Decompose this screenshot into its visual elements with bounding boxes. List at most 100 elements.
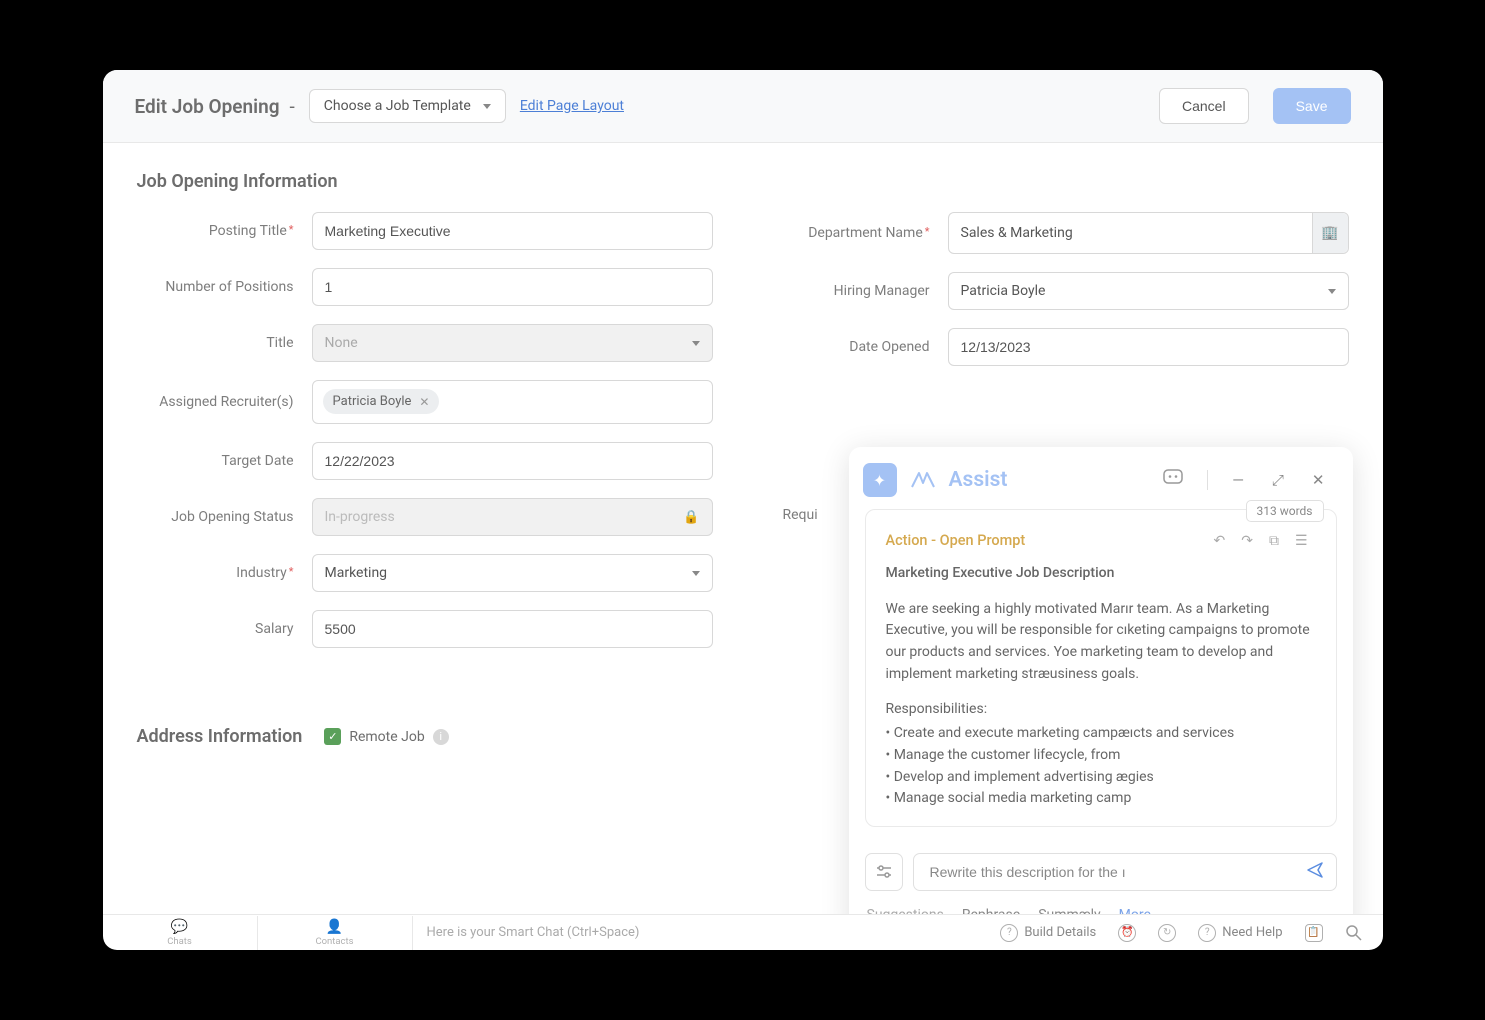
status-value: In-progress — [325, 509, 395, 525]
content-title: Marketing Executive Job Description — [886, 563, 1316, 585]
cancel-button[interactable]: Cancel — [1159, 88, 1249, 124]
date-opened-label: Date Opened — [773, 339, 948, 355]
copy-icon[interactable]: ⧉ — [1261, 533, 1287, 549]
recruiters-input[interactable]: Patricia Boyle ✕ — [312, 380, 713, 424]
target-date-label: Target Date — [137, 453, 312, 469]
title-select[interactable]: None — [312, 324, 713, 362]
zia-icon — [909, 469, 937, 491]
posting-title-input[interactable] — [312, 212, 713, 250]
assist-suggestions: Suggestions Rephrase Summæly More... — [849, 901, 1353, 914]
main-content: Job Opening Information Posting Title* N… — [103, 143, 1383, 914]
hiring-manager-select[interactable]: Patricia Boyle — [948, 272, 1349, 310]
undo-icon[interactable]: ↶ — [1205, 533, 1233, 549]
required-skills-label-cut: Requi — [783, 507, 818, 523]
question-icon: ? — [1000, 924, 1018, 942]
history-icon[interactable]: ↻ — [1150, 924, 1184, 942]
remote-job-label: Remote Job — [349, 729, 424, 745]
suggestions-label: Suggestions — [867, 907, 944, 914]
footer: 💬 Chats 👤 Contacts Here is your Smart Ch… — [103, 914, 1383, 950]
status-select[interactable]: In-progress 🔒 — [312, 498, 713, 536]
chip-remove-icon[interactable]: ✕ — [419, 395, 429, 409]
filter-button[interactable] — [865, 853, 903, 891]
target-date-input[interactable] — [312, 442, 713, 480]
more-link[interactable]: More... — [1119, 907, 1162, 914]
chevron-down-icon — [1328, 289, 1336, 294]
hiring-manager-label: Hiring Manager — [773, 283, 948, 299]
assist-card: 313 words Action - Open Prompt ↶ ↷ ⧉ ☰ M… — [865, 509, 1337, 827]
industry-select[interactable]: Marketing — [312, 554, 713, 592]
assist-body: Marketing Executive Job Description We a… — [866, 557, 1336, 826]
minimize-icon[interactable]: — — [1224, 471, 1252, 489]
word-count-badge: 313 words — [1246, 500, 1324, 522]
status-label: Job Opening Status — [137, 509, 312, 525]
lock-icon: 🔒 — [683, 510, 699, 525]
search-icon[interactable] — [1337, 924, 1371, 942]
recruiter-chip: Patricia Boyle ✕ — [323, 389, 440, 414]
page-header: Edit Job Opening Choose a Job Template E… — [103, 70, 1383, 143]
reminder-icon[interactable]: ⏰ — [1110, 924, 1144, 942]
send-icon[interactable] — [1306, 861, 1324, 883]
bullet-item: • Develop and implement advertising ægie… — [886, 767, 1316, 789]
industry-label: Industry* — [137, 565, 312, 581]
date-opened-input[interactable] — [948, 328, 1349, 366]
department-value: Sales & Marketing — [949, 215, 1312, 251]
save-button[interactable]: Save — [1273, 88, 1351, 124]
smart-chat-hint[interactable]: Here is your Smart Chat (Ctrl+Space) — [413, 925, 640, 940]
positions-input[interactable] — [312, 268, 713, 306]
chevron-down-icon — [483, 104, 491, 109]
positions-label: Number of Positions — [137, 279, 312, 295]
assist-prompt-input-wrapper — [913, 853, 1337, 891]
section-job-info-title: Job Opening Information — [137, 171, 1349, 192]
clipboard-icon[interactable]: 📋 — [1297, 924, 1331, 942]
building-icon: 🏢 — [1321, 225, 1338, 241]
person-icon: 👤 — [326, 919, 343, 935]
summarize-link[interactable]: Summæly — [1038, 907, 1100, 914]
assist-title: Assist — [949, 468, 1008, 492]
job-template-select[interactable]: Choose a Job Template — [309, 89, 506, 123]
redo-icon[interactable]: ↷ — [1233, 533, 1261, 549]
assist-logo-icon: ✦ — [863, 463, 897, 497]
assist-input-row — [849, 843, 1353, 901]
expand-icon[interactable]: ⤢ — [1264, 471, 1292, 489]
build-details-label: Build Details — [1024, 925, 1096, 940]
checkbox-checked-icon: ✓ — [324, 728, 341, 745]
insert-icon[interactable]: ☰ — [1287, 533, 1316, 549]
need-help-label: Need Help — [1222, 925, 1282, 940]
footer-chats-tab[interactable]: 💬 Chats — [103, 916, 258, 950]
hiring-manager-value: Patricia Boyle — [961, 283, 1046, 299]
bullet-item: • Manage social media marketing camp — [886, 788, 1316, 810]
department-lookup[interactable]: Sales & Marketing 🏢 — [948, 212, 1349, 254]
title-label: Title — [137, 335, 312, 351]
posting-title-label: Posting Title* — [137, 223, 312, 239]
department-lookup-button[interactable]: 🏢 — [1312, 213, 1348, 253]
industry-value: Marketing — [325, 565, 388, 581]
question-icon: ? — [1198, 924, 1216, 942]
close-icon[interactable]: ✕ — [1304, 471, 1333, 489]
salary-label: Salary — [137, 621, 312, 637]
assist-panel: ✦ Assist — ⤢ ✕ 313 words Action - Open P… — [849, 447, 1353, 914]
salary-input[interactable] — [312, 610, 713, 648]
edit-page-layout-link[interactable]: Edit Page Layout — [520, 98, 624, 114]
remote-job-toggle[interactable]: ✓ Remote Job i — [324, 728, 448, 745]
department-label: Department Name* — [773, 225, 948, 241]
action-title: Action - Open Prompt — [886, 532, 1026, 549]
content-paragraph: We are seeking a highly motivated Marır … — [886, 599, 1316, 686]
rephrase-link[interactable]: Rephrase — [962, 907, 1020, 914]
recruiters-label: Assigned Recruiter(s) — [137, 394, 312, 410]
footer-tab-label: Chats — [167, 936, 192, 947]
section-address-title: Address Information — [137, 726, 303, 747]
app-window: Edit Job Opening Choose a Job Template E… — [103, 70, 1383, 950]
assist-prompt-input[interactable] — [926, 854, 1306, 890]
chevron-down-icon — [692, 341, 700, 346]
chevron-down-icon — [692, 571, 700, 576]
chat-icon[interactable] — [1155, 469, 1191, 491]
bullet-item: • Manage the customer lifecycle, from — [886, 745, 1316, 767]
page-title-text: Edit Job Opening — [135, 95, 280, 118]
build-details-button[interactable]: ? Build Details — [992, 924, 1104, 942]
chip-label: Patricia Boyle — [333, 394, 412, 409]
footer-contacts-tab[interactable]: 👤 Contacts — [258, 916, 413, 950]
responsibilities-title: Responsibilities: — [886, 699, 1316, 721]
chat-bubble-icon: 💬 — [171, 919, 188, 935]
info-icon[interactable]: i — [433, 729, 449, 745]
need-help-button[interactable]: ? Need Help — [1190, 924, 1290, 942]
